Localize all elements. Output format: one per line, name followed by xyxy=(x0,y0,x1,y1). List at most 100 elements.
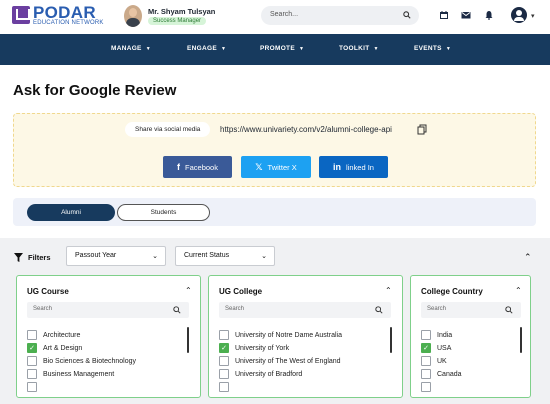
option-label: University of Bradford xyxy=(235,370,303,378)
nav-label: TOOLKIT xyxy=(339,45,370,52)
nav-item-engage[interactable]: ENGAGE ▼ xyxy=(187,45,226,52)
global-search-input[interactable]: Search... xyxy=(261,6,419,25)
checkbox[interactable] xyxy=(421,369,431,379)
checkbox[interactable] xyxy=(421,356,431,366)
share-label: Share via social media xyxy=(125,122,211,137)
search-placeholder: Search xyxy=(225,306,245,312)
copy-icon[interactable] xyxy=(417,124,427,135)
list-item[interactable]: Canada xyxy=(421,368,462,380)
filter-section: Filters Passout Year ⌄ Current Status ⌄ … xyxy=(0,238,550,404)
list-item[interactable]: Business Management xyxy=(27,368,114,380)
mail-icon[interactable] xyxy=(461,10,471,20)
checkbox[interactable] xyxy=(421,330,431,340)
alumni-toggle-button[interactable]: Alumni xyxy=(27,204,115,221)
option-label: Art & Design xyxy=(43,344,83,352)
checkbox-checked[interactable]: ✓ xyxy=(219,343,229,353)
students-toggle-button[interactable]: Students xyxy=(117,204,210,221)
x-icon: 𝕏 xyxy=(255,161,263,172)
caret-down-icon: ▼ xyxy=(373,46,379,52)
share-panel: Share via social media https://www.univa… xyxy=(13,113,536,187)
checkbox[interactable] xyxy=(219,369,229,379)
list-item[interactable]: University of Notre Dame Australia xyxy=(219,329,342,341)
ug-college-search-input[interactable]: Search xyxy=(219,302,391,318)
filters-heading: Filters xyxy=(14,253,51,262)
caret-down-icon: ▼ xyxy=(145,46,151,52)
search-placeholder: Search... xyxy=(270,11,299,18)
checkbox-checked[interactable]: ✓ xyxy=(27,343,37,353)
card-title: College Country xyxy=(421,287,483,296)
list-item[interactable]: ✓ USA xyxy=(421,342,451,354)
brand-subtitle: EDUCATION NETWORK xyxy=(33,20,104,26)
option-label: Bio Sciences & Biotechnology xyxy=(43,357,136,365)
scrollbar[interactable] xyxy=(520,327,522,353)
main-nav: MANAGE ▼ ENGAGE ▼ PROMOTE ▼ TOOLKIT ▼ EVENTS… xyxy=(0,34,550,65)
caret-down-icon: ▼ xyxy=(445,46,452,52)
list-item[interactable]: Architecture xyxy=(27,329,80,341)
checkbox[interactable] xyxy=(219,356,229,366)
search-icon xyxy=(505,306,513,314)
search-icon[interactable] xyxy=(403,11,411,19)
calendar-icon[interactable] xyxy=(439,10,449,20)
nav-item-promote[interactable]: PROMOTE ▼ xyxy=(260,45,304,52)
nav-label: ENGAGE xyxy=(187,45,217,52)
card-title: UG College xyxy=(219,287,263,296)
avatar xyxy=(124,5,142,27)
list-item[interactable]: Bio Sciences & Biotechnology xyxy=(27,355,136,367)
nav-item-toolkit[interactable]: TOOLKIT ▼ xyxy=(339,45,379,52)
list-item[interactable] xyxy=(421,381,437,393)
chevron-down-icon[interactable]: ▾ xyxy=(531,12,535,20)
twitter-share-button[interactable]: 𝕏 Twitter X xyxy=(241,156,311,178)
college-country-search-input[interactable]: Search xyxy=(421,302,521,318)
nav-item-events[interactable]: EVENTS ▼ xyxy=(414,45,451,52)
share-url[interactable]: https://www.univariety.com/v2/alumni-col… xyxy=(220,125,392,134)
filters-label: Filters xyxy=(28,253,51,262)
checkbox[interactable] xyxy=(27,330,37,340)
caret-down-icon: ▼ xyxy=(220,46,227,52)
search-placeholder: Search xyxy=(33,306,53,312)
scrollbar[interactable] xyxy=(187,327,189,353)
nav-label: EVENTS xyxy=(414,45,442,52)
nav-label: PROMOTE xyxy=(260,45,295,52)
ug-course-search-input[interactable]: Search xyxy=(27,302,189,318)
list-item[interactable] xyxy=(27,381,43,393)
nav-item-manage[interactable]: MANAGE ▼ xyxy=(111,45,151,52)
checkbox[interactable] xyxy=(27,356,37,366)
search-placeholder: Search xyxy=(427,306,447,312)
caret-down-icon: ▼ xyxy=(298,46,305,52)
chevron-up-icon[interactable]: ⌃ xyxy=(515,286,522,295)
college-country-filter-card: College Country ⌃ Search India ✓ USA UK C… xyxy=(410,275,531,398)
chevron-up-icon[interactable]: ⌃ xyxy=(524,252,532,263)
checkbox[interactable] xyxy=(421,382,431,392)
chevron-up-icon[interactable]: ⌃ xyxy=(385,286,392,295)
option-label: Canada xyxy=(437,370,462,378)
checkbox-checked[interactable]: ✓ xyxy=(421,343,431,353)
current-status-select[interactable]: Current Status ⌄ xyxy=(175,246,275,266)
twitter-label: Twitter X xyxy=(267,162,297,172)
checkbox[interactable] xyxy=(219,382,229,392)
option-label: UK xyxy=(437,357,447,365)
checkbox[interactable] xyxy=(219,330,229,340)
option-label: University of Notre Dame Australia xyxy=(235,331,342,339)
facebook-share-button[interactable]: f Facebook xyxy=(163,156,232,178)
ug-college-filter-card: UG College ⌃ Search University of Notre … xyxy=(208,275,403,398)
list-item[interactable]: University of Bradford xyxy=(219,368,302,380)
list-item[interactable]: ✓ Art & Design xyxy=(27,342,82,354)
bell-icon[interactable] xyxy=(484,10,494,20)
checkbox[interactable] xyxy=(27,369,37,379)
chevron-up-icon[interactable]: ⌃ xyxy=(185,286,192,295)
passout-year-select[interactable]: Passout Year ⌄ xyxy=(66,246,166,266)
chevron-down-icon: ⌄ xyxy=(152,253,158,260)
account-icon[interactable] xyxy=(511,7,527,23)
list-item[interactable]: University of The West of England xyxy=(219,355,341,367)
list-item[interactable] xyxy=(219,381,235,393)
page-title: Ask for Google Review xyxy=(13,82,177,99)
list-item[interactable]: India xyxy=(421,329,452,341)
list-item[interactable]: UK xyxy=(421,355,447,367)
linkedin-share-button[interactable]: in linked In xyxy=(319,156,388,178)
option-label: University of York xyxy=(235,344,290,352)
checkbox[interactable] xyxy=(27,382,37,392)
list-item[interactable]: ✓ University of York xyxy=(219,342,289,354)
user-name: Mr. Shyam Tulsyan xyxy=(148,7,216,16)
brand-logo[interactable]: PODAR EDUCATION NETWORK xyxy=(12,3,104,29)
scrollbar[interactable] xyxy=(390,327,392,353)
